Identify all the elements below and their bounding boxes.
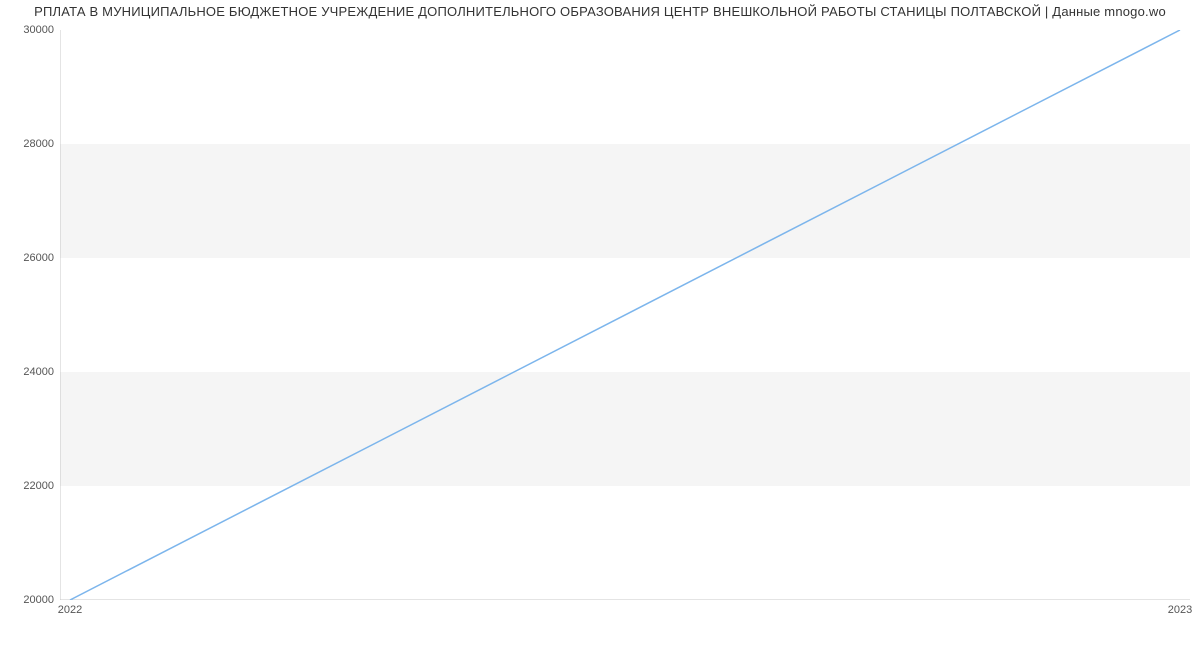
plot-area [60, 30, 1190, 600]
y-tick-label: 22000 [23, 480, 54, 492]
grid-band [60, 144, 1190, 258]
y-tick-label: 24000 [23, 366, 54, 378]
chart-container: РПЛАТА В МУНИЦИПАЛЬНОЕ БЮДЖЕТНОЕ УЧРЕЖДЕ… [0, 0, 1200, 650]
plot-svg [60, 30, 1190, 600]
chart-title: РПЛАТА В МУНИЦИПАЛЬНОЕ БЮДЖЕТНОЕ УЧРЕЖДЕ… [0, 4, 1200, 19]
y-tick-label: 28000 [23, 138, 54, 150]
x-tick-label: 2023 [1168, 604, 1192, 616]
y-tick-label: 30000 [23, 24, 54, 36]
y-tick-label: 20000 [23, 594, 54, 606]
grid-band [60, 372, 1190, 486]
series-line [70, 30, 1180, 600]
x-tick-label: 2022 [58, 604, 82, 616]
y-tick-label: 26000 [23, 252, 54, 264]
